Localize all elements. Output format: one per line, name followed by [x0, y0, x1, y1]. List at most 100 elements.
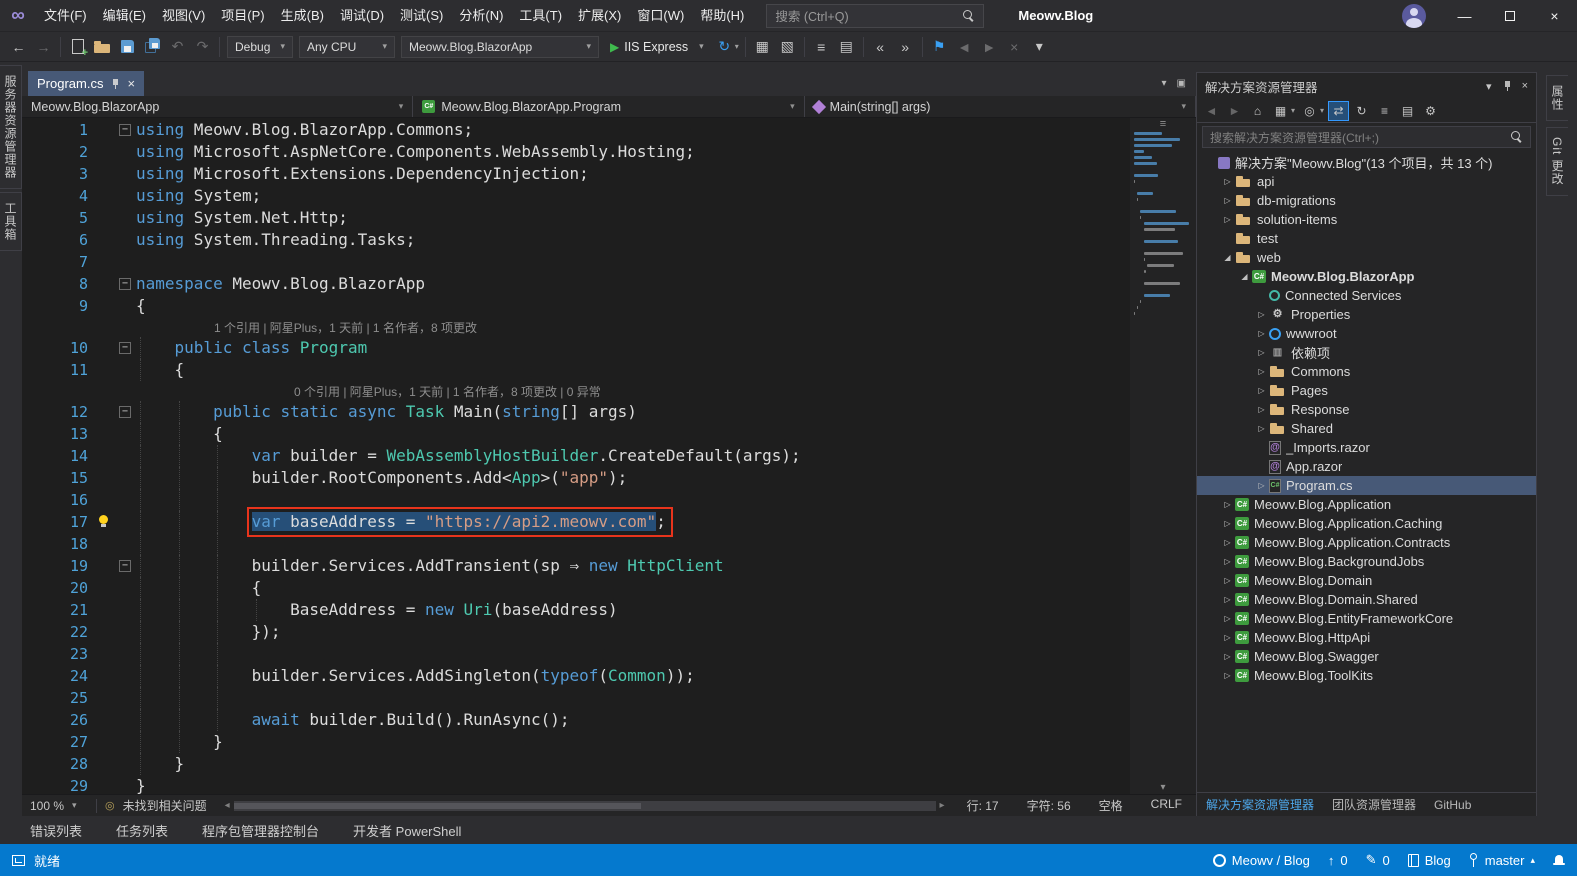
tree-item-meowv-blog-swagger[interactable]: ▷C#Meowv.Blog.Swagger — [1197, 647, 1536, 666]
save-icon[interactable] — [115, 34, 140, 59]
se-show-all-files-icon[interactable]: ▤ — [1397, 101, 1418, 121]
splitter-handle-icon[interactable]: ≡ — [1130, 118, 1196, 130]
window-float-icon[interactable]: ▣ — [1177, 78, 1186, 89]
expand-arrow-icon[interactable]: ▷ — [1254, 386, 1269, 395]
breadcrumb-0[interactable]: Meowv.Blog.BlazorApp▾ — [22, 96, 413, 117]
next-bookmark-icon[interactable]: ► — [977, 34, 1002, 59]
scroll-left-icon[interactable]: ◂ — [223, 800, 232, 811]
status-field-56[interactable]: 字符: 56 — [1027, 797, 1071, 814]
tree-item-web[interactable]: ◢web — [1197, 248, 1536, 267]
configuration-dropdown[interactable]: Debug▾ — [227, 36, 293, 58]
breadcrumb-2[interactable]: Main(string[] args)▾ — [805, 96, 1196, 117]
scrollbar-thumb[interactable] — [234, 803, 641, 809]
nav-forward-icon[interactable]: → — [31, 34, 56, 59]
menu-x[interactable]: 扩展(X) — [570, 0, 629, 32]
tree-item-app-razor[interactable]: @App.razor — [1197, 457, 1536, 476]
pin-icon[interactable] — [1502, 80, 1512, 92]
panel-tab-github[interactable]: GitHub — [1425, 793, 1480, 816]
se-collapse-all-icon[interactable]: ≡ — [1374, 101, 1395, 121]
expand-arrow-icon[interactable]: ▷ — [1220, 519, 1235, 528]
quick-search-box[interactable]: 搜索 (Ctrl+Q) — [766, 4, 984, 28]
se-forward-icon[interactable]: ► — [1224, 101, 1245, 121]
save-all-icon[interactable] — [140, 34, 165, 59]
redo-icon[interactable]: ↷ — [190, 34, 215, 59]
tree-item-meowv-blog-13-13[interactable]: 解决方案"Meowv.Blog"(13 个项目，共 13 个) — [1197, 153, 1536, 172]
se-properties-icon[interactable]: ⚙ — [1420, 101, 1441, 121]
tree-item-wwwroot[interactable]: ▷wwwroot — [1197, 324, 1536, 343]
minimap[interactable]: ≡ ▾ — [1130, 118, 1196, 794]
attach-to-process-icon[interactable]: ▦ — [750, 34, 775, 59]
menu-t[interactable]: 工具(T) — [511, 0, 570, 32]
fold-collapse-icon[interactable]: − — [119, 278, 131, 290]
fold-collapse-icon[interactable]: − — [119, 342, 131, 354]
panel-tab-item[interactable]: 错误列表 — [30, 821, 82, 840]
tree-item-shared[interactable]: ▷Shared — [1197, 419, 1536, 438]
tree-item-solution-items[interactable]: ▷solution-items — [1197, 210, 1536, 229]
expand-arrow-icon[interactable]: ▷ — [1220, 652, 1235, 661]
menu-b[interactable]: 生成(B) — [273, 0, 332, 32]
expand-arrow-icon[interactable]: ▷ — [1220, 557, 1235, 566]
expand-arrow-icon[interactable]: ▷ — [1220, 177, 1235, 186]
expand-arrow-icon[interactable]: ◢ — [1220, 253, 1235, 262]
increase-indent-icon[interactable]: » — [893, 34, 918, 59]
clear-bookmarks-icon[interactable]: × — [1002, 34, 1027, 59]
menu-s[interactable]: 测试(S) — [392, 0, 451, 32]
expand-arrow-icon[interactable]: ▷ — [1220, 196, 1235, 205]
tree-item-connected-services[interactable]: Connected Services — [1197, 286, 1536, 305]
status-arrow-up[interactable]: ↑0 — [1328, 853, 1348, 868]
panel-tab-powershell[interactable]: 开发者 PowerShell — [353, 821, 461, 840]
menu-e[interactable]: 编辑(E) — [95, 0, 154, 32]
startup-project-dropdown[interactable]: Meowv.Blog.BlazorApp▾ — [401, 36, 599, 58]
toolbar-overflow-icon[interactable]: ▾ — [1027, 34, 1052, 59]
dock-tab-git[interactable]: Git 更改 — [1546, 127, 1568, 196]
lightbulb-icon[interactable] — [97, 515, 110, 529]
expand-arrow-icon[interactable]: ▷ — [1254, 424, 1269, 433]
minimize-button[interactable]: — — [1442, 0, 1487, 32]
zoom-dropdown[interactable]: 100 % ▾ — [30, 799, 88, 813]
solution-search-box[interactable]: 搜索解决方案资源管理器(Ctrl+;) — [1202, 126, 1531, 148]
decrease-indent-icon[interactable]: « — [868, 34, 893, 59]
status-repo[interactable]: Blog — [1408, 853, 1451, 868]
tree-item-meowv-blog-application-contracts[interactable]: ▷C#Meowv.Blog.Application.Contracts — [1197, 533, 1536, 552]
menu-h[interactable]: 帮助(H) — [692, 0, 752, 32]
menu-f[interactable]: 文件(F) — [36, 0, 95, 32]
menu-p[interactable]: 项目(P) — [213, 0, 272, 32]
tree-item-imports-razor[interactable]: @_Imports.razor — [1197, 438, 1536, 457]
tree-item-meowv-blog-toolkits[interactable]: ▷C#Meowv.Blog.ToolKits — [1197, 666, 1536, 685]
refresh-icon[interactable]: ↻ — [712, 34, 737, 59]
se-refresh-icon[interactable]: ↻ — [1351, 101, 1372, 121]
document-list-dropdown-icon[interactable]: ▾ — [1162, 78, 1167, 89]
se-switch-views-icon[interactable]: ▦ — [1270, 101, 1291, 121]
scrollbar-track[interactable] — [234, 801, 936, 811]
expand-arrow-icon[interactable]: ▷ — [1220, 614, 1235, 623]
close-icon[interactable]: × — [1522, 80, 1528, 92]
tree-item-meowv-blog-blazorapp[interactable]: ◢C#Meowv.Blog.BlazorApp — [1197, 267, 1536, 286]
fold-collapse-icon[interactable]: − — [119, 560, 131, 572]
dock-tab-item[interactable]: 属性 — [1546, 75, 1568, 121]
se-back-icon[interactable]: ◄ — [1201, 101, 1222, 121]
nav-back-icon[interactable]: ← — [6, 34, 31, 59]
fold-collapse-icon[interactable]: − — [119, 406, 131, 418]
tree-item-meowv-blog-backgroundjobs[interactable]: ▷C#Meowv.Blog.BackgroundJobs — [1197, 552, 1536, 571]
status-branch[interactable]: master▴ — [1469, 853, 1535, 868]
close-button[interactable]: × — [1532, 0, 1577, 32]
se-pending-changes-filter-icon[interactable]: ◎ — [1299, 101, 1320, 121]
tree-item-meowv-blog-application-caching[interactable]: ▷C#Meowv.Blog.Application.Caching — [1197, 514, 1536, 533]
navigate-structure-icon[interactable]: ≡ — [809, 34, 834, 59]
dock-tab-item[interactable]: 工具箱 — [0, 192, 22, 251]
platform-dropdown[interactable]: Any CPU▾ — [299, 36, 395, 58]
dock-tab-item[interactable]: 服务器资源管理器 — [0, 65, 22, 189]
horizontal-scrollbar[interactable]: ◂ ▸ — [223, 799, 947, 813]
tab-program-cs[interactable]: Program.cs × — [28, 71, 144, 96]
panel-tab-item[interactable]: 程序包管理器控制台 — [202, 821, 319, 840]
code-editor[interactable]: 1−using Meowv.Blog.BlazorApp.Commons;2us… — [22, 118, 1196, 794]
codelens-info[interactable]: 0 个引用 | 阿星Plus，1 天前 | 1 名作者，8 项更改 | 0 异常 — [294, 382, 601, 402]
expand-arrow-icon[interactable]: ▷ — [1254, 329, 1269, 338]
pin-icon[interactable] — [110, 78, 120, 90]
tree-item-meowv-blog-domain-shared[interactable]: ▷C#Meowv.Blog.Domain.Shared — [1197, 590, 1536, 609]
tree-item-item[interactable]: ▷▥依赖项 — [1197, 343, 1536, 362]
status-pencil[interactable]: ✎0 — [1366, 852, 1390, 868]
expand-arrow-icon[interactable]: ▷ — [1220, 576, 1235, 585]
breadcrumb-1[interactable]: C#Meowv.Blog.BlazorApp.Program▾ — [413, 96, 804, 117]
window-position-icon[interactable]: ▾ — [1486, 80, 1492, 93]
